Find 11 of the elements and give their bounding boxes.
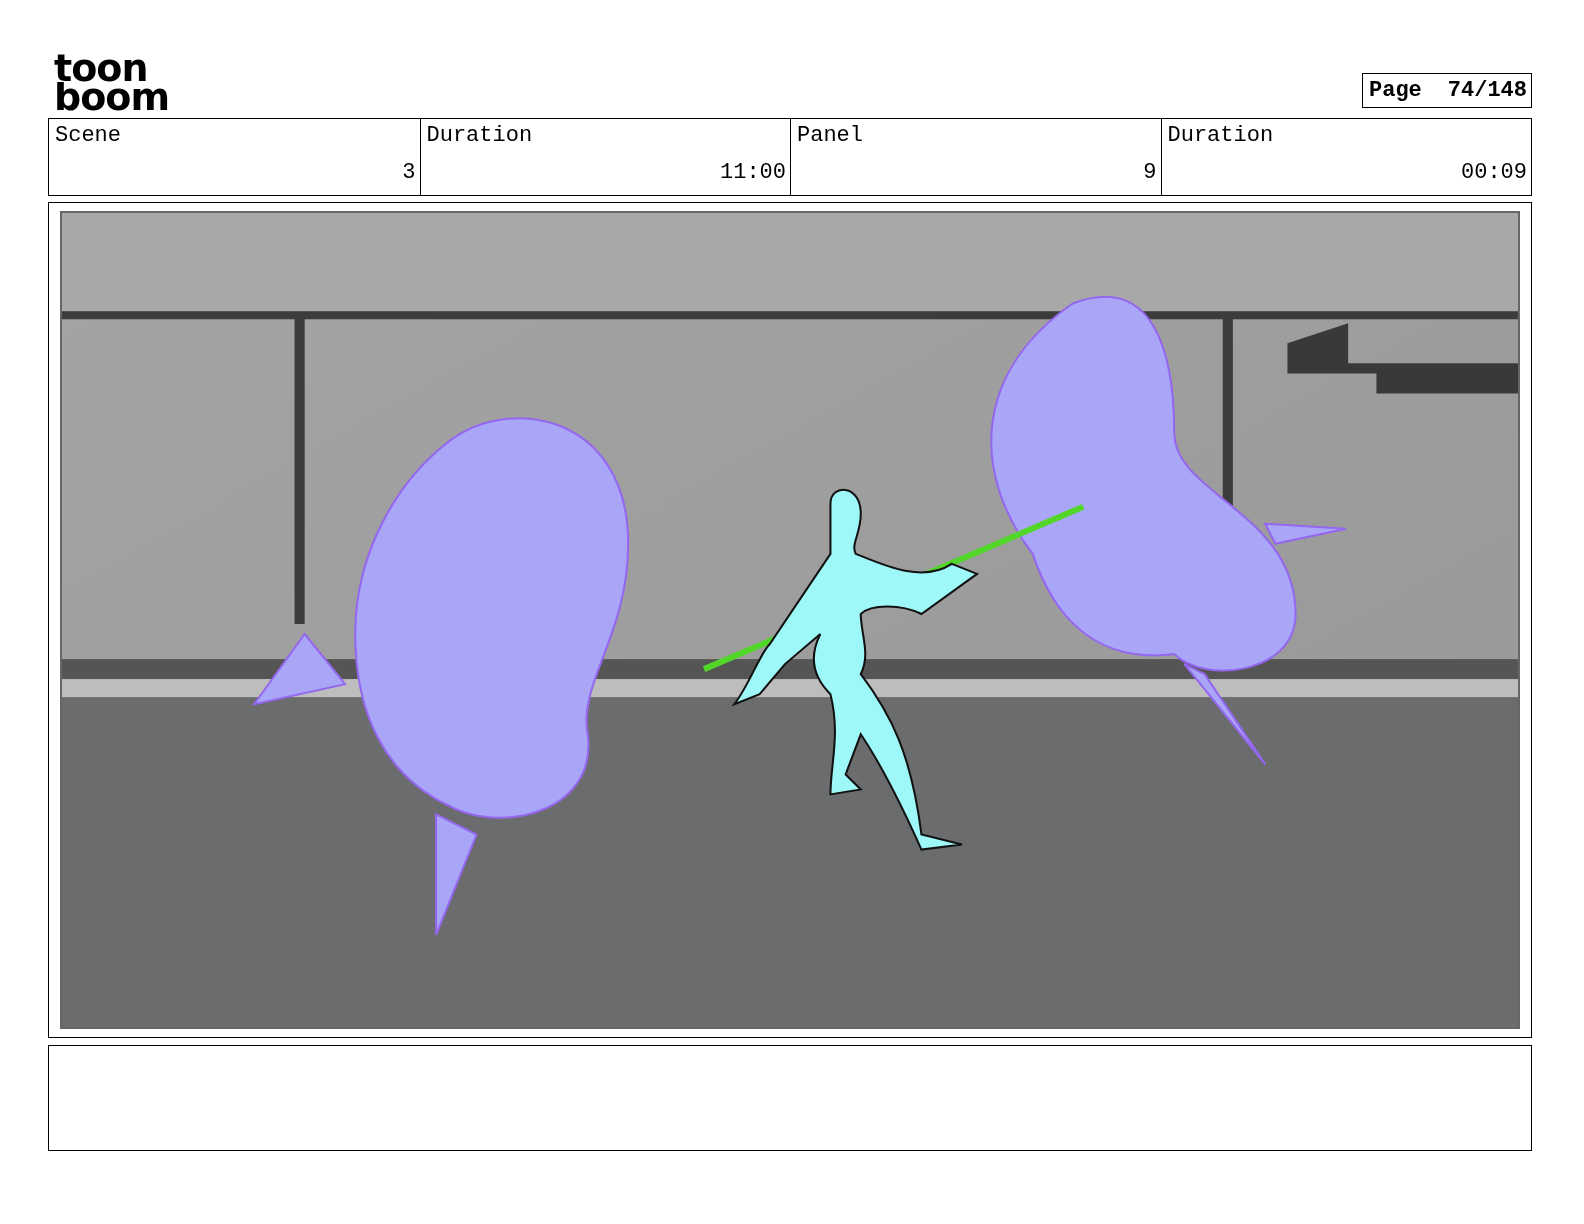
page-number: 74/148 (1447, 78, 1528, 103)
field-label: Duration (1167, 123, 1275, 148)
field-value: 3 (401, 160, 416, 185)
field-value: 11:00 (719, 160, 786, 185)
field-value: 9 (1142, 160, 1157, 185)
field-label: Panel (797, 123, 864, 148)
field-label: Duration (426, 123, 534, 148)
field-label: Scene (55, 123, 122, 148)
logo: toon boom (54, 54, 169, 112)
page-label: Page (1369, 78, 1422, 103)
field-value: 00:09 (1460, 160, 1527, 185)
